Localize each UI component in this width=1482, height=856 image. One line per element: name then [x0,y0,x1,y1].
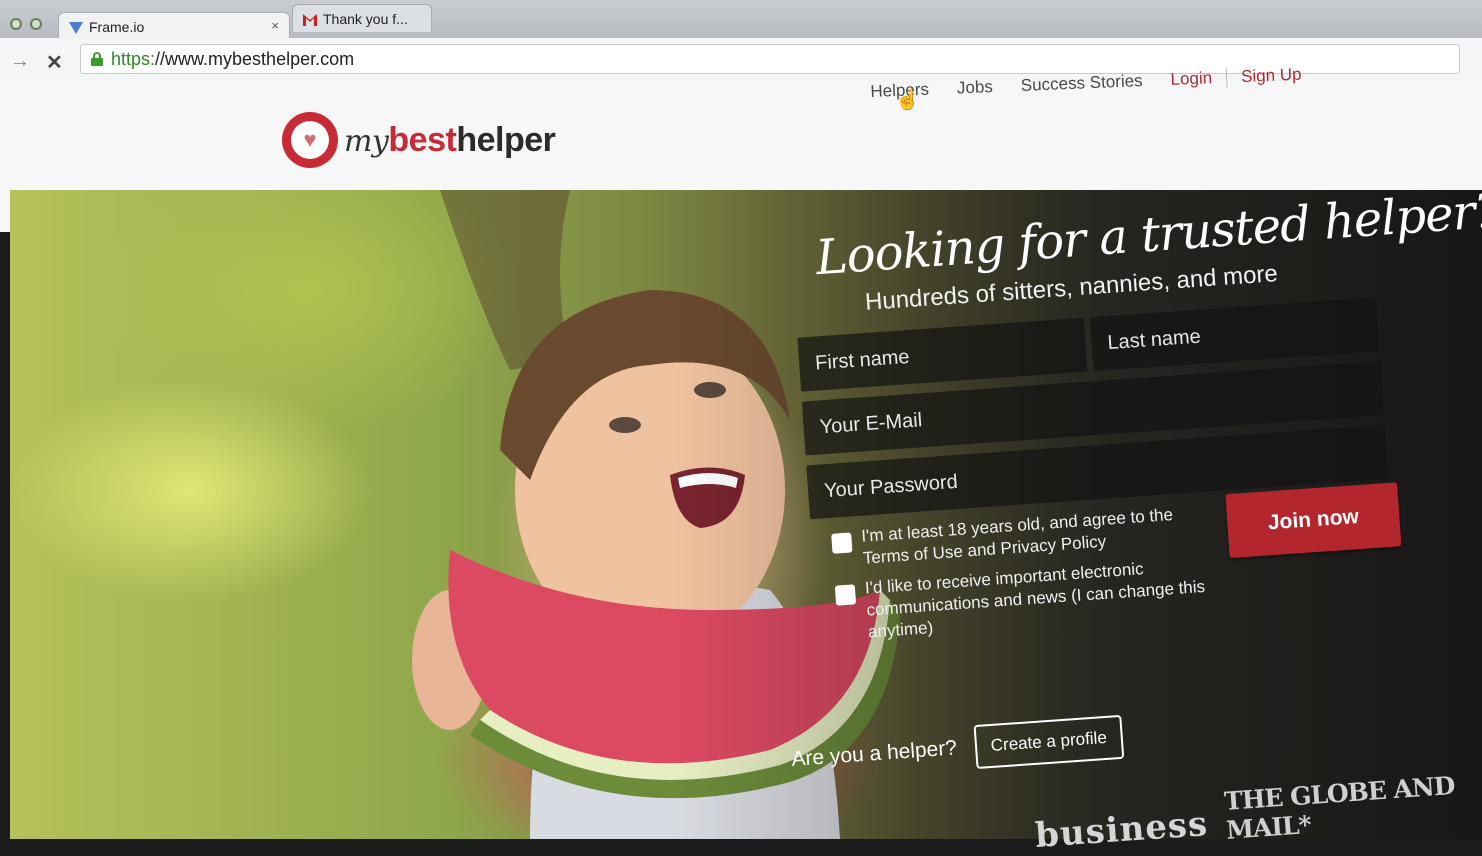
gmail-favicon-icon [303,13,317,26]
window-control-icon[interactable] [30,18,42,30]
nav-signup-link[interactable]: Sign Up [1225,64,1302,88]
window-control-icon[interactable] [10,18,22,30]
tab-gmail[interactable]: Thank you f... [292,4,432,32]
stop-icon[interactable]: ✕ [46,50,63,75]
terms-checkbox[interactable] [831,532,853,554]
join-now-button[interactable]: Join now [1225,482,1402,559]
hand-cursor-icon: ☝ [895,89,920,111]
nav-jobs-link[interactable]: Jobs [957,77,994,98]
nav-success-stories-link[interactable]: Success Stories [1020,71,1143,96]
news-checkbox[interactable] [834,584,857,606]
tab-label: Thank you f... [323,10,408,27]
site-logo[interactable]: ♥ mybesthelper [282,112,556,168]
helper-question: Are you a helper? [790,736,958,771]
last-name-field[interactable]: Last name [1089,297,1380,372]
tab-label: Frame.io [89,18,145,35]
first-name-field[interactable]: First name [797,317,1088,392]
signup-panel: Looking for a trusted helper? Hundreds o… [790,183,1482,679]
heart-logo-icon: ♥ [282,112,338,168]
url-text: //www.mybesthelper.com [155,48,355,69]
lock-icon [91,52,103,66]
news-label: I'd like to receive important electronic… [864,559,1206,642]
tab-frameio[interactable]: Frame.io × [58,12,290,40]
nav-login-link[interactable]: Login [1170,68,1212,90]
browser-tab-strip: Frame.io × Thank you f... [0,0,1482,40]
tab-close-icon[interactable]: × [271,18,279,33]
url-scheme: https: [111,48,156,69]
logo-wordmark: mybesthelper [344,120,556,159]
forward-icon[interactable]: → [10,50,30,73]
frameio-favicon-icon [69,21,83,34]
